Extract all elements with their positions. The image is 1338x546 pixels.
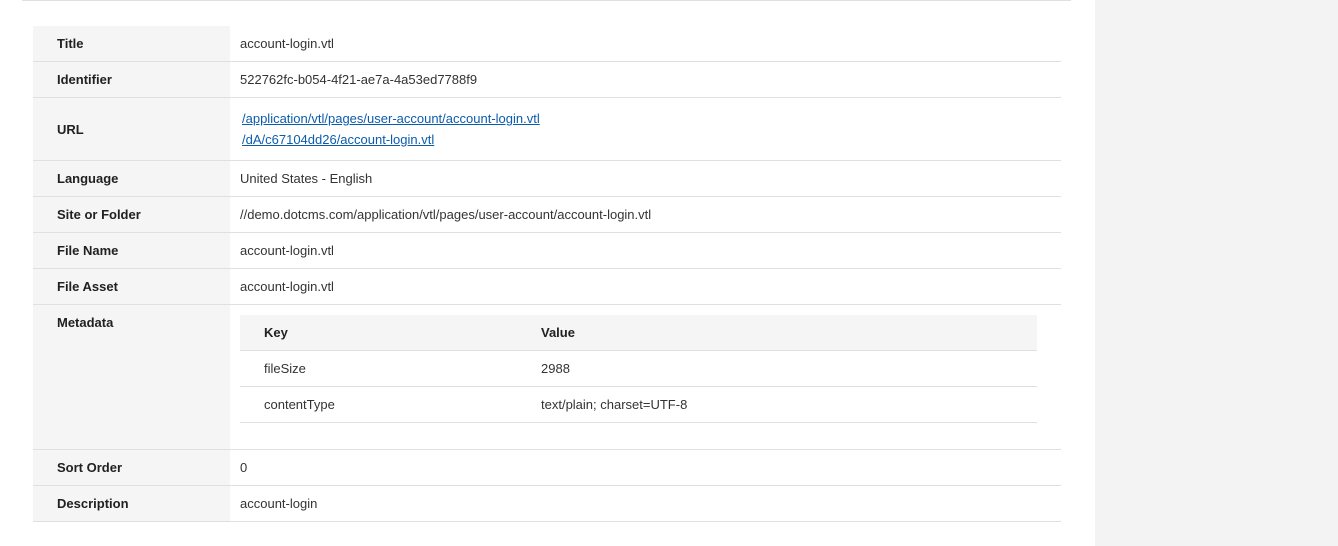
property-row-identifier: Identifier 522762fc-b054-4f21-ae7a-4a53e… (33, 62, 1061, 98)
property-row-file-name: File Name account-login.vtl (33, 233, 1061, 269)
property-value: account-login.vtl (240, 279, 334, 294)
property-row-title: Title account-login.vtl (33, 26, 1061, 62)
url-links: /application/vtl/pages/user-account/acco… (230, 98, 1061, 160)
property-label: File Asset (33, 269, 230, 304)
property-row-metadata: Metadata Key Value fileSize 2988 content… (33, 305, 1061, 450)
property-value: United States - English (240, 171, 373, 186)
property-value: 522762fc-b054-4f21-ae7a-4a53ed7788f9 (240, 72, 478, 87)
right-side-panel (1095, 0, 1338, 546)
property-label: URL (33, 98, 230, 160)
divider (22, 0, 1071, 1)
property-value: 0 (240, 460, 248, 475)
metadata-key-header: Key (240, 315, 541, 351)
property-label: Site or Folder (33, 197, 230, 232)
property-row-language: Language United States - English (33, 161, 1061, 197)
metadata-value-header: Value (541, 315, 1037, 351)
metadata-value: text/plain; charset=UTF-8 (541, 386, 1037, 423)
property-value: account-login (240, 496, 318, 511)
property-label: Metadata (33, 305, 230, 449)
property-value: //demo.dotcms.com/application/vtl/pages/… (240, 207, 652, 222)
metadata-container: Key Value fileSize 2988 contentType text… (230, 305, 1061, 449)
url-link-path[interactable]: /application/vtl/pages/user-account/acco… (242, 108, 540, 129)
metadata-header-row: Key Value (240, 315, 1037, 351)
property-value: account-login.vtl (240, 243, 334, 258)
property-label: Identifier (33, 62, 230, 97)
metadata-key: fileSize (240, 350, 541, 387)
property-row-url: URL /application/vtl/pages/user-account/… (33, 98, 1061, 161)
metadata-value: 2988 (541, 350, 1037, 387)
property-row-sort-order: Sort Order 0 (33, 450, 1061, 486)
property-label: Language (33, 161, 230, 196)
property-label: File Name (33, 233, 230, 268)
url-link-short[interactable]: /dA/c67104dd26/account-login.vtl (242, 129, 434, 150)
metadata-row: fileSize 2988 (240, 350, 1037, 387)
property-row-description: Description account-login (33, 486, 1061, 522)
properties-table: Title account-login.vtl Identifier 52276… (33, 26, 1061, 522)
property-label: Title (33, 26, 230, 61)
property-row-site-or-folder: Site or Folder //demo.dotcms.com/applica… (33, 197, 1061, 233)
metadata-table: Key Value fileSize 2988 contentType text… (240, 315, 1037, 423)
page: Title account-login.vtl Identifier 52276… (0, 0, 1338, 546)
property-value: account-login.vtl (240, 36, 334, 51)
metadata-key: contentType (240, 386, 541, 423)
property-label: Description (33, 486, 230, 521)
property-label: Sort Order (33, 450, 230, 485)
metadata-row: contentType text/plain; charset=UTF-8 (240, 386, 1037, 423)
property-row-file-asset: File Asset account-login.vtl (33, 269, 1061, 305)
